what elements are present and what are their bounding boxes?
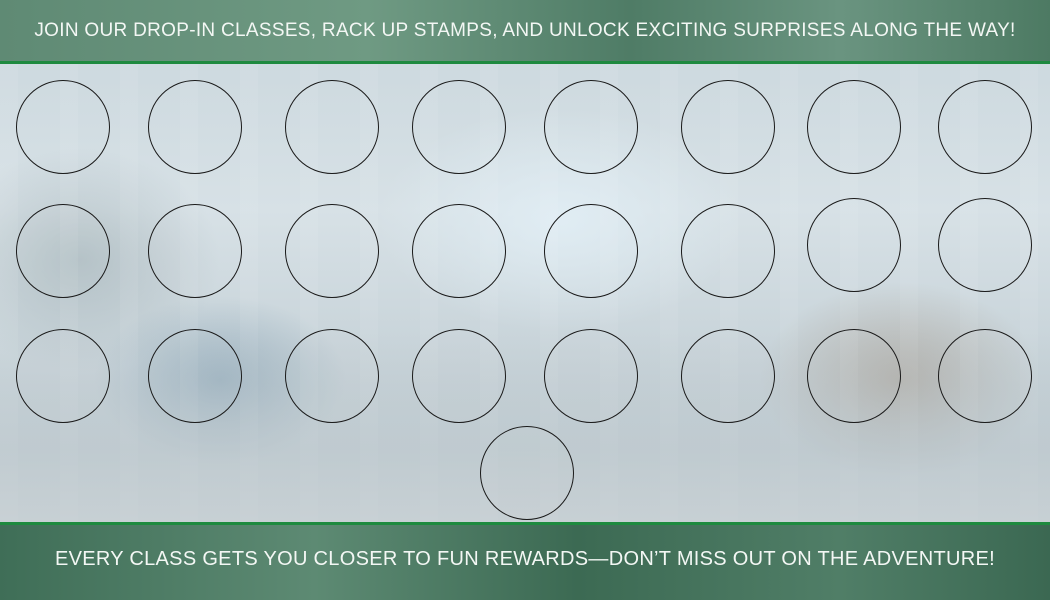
stamp-slot-5 <box>544 80 638 174</box>
stamp-slot-3 <box>285 80 379 174</box>
stamp-slot-9 <box>16 204 110 298</box>
stamp-slot-19 <box>285 329 379 423</box>
stamp-slot-21 <box>544 329 638 423</box>
stamp-slot-22 <box>681 329 775 423</box>
stamp-slot-2 <box>148 80 242 174</box>
stamp-slot-12 <box>412 204 506 298</box>
stamp-slot-6 <box>681 80 775 174</box>
header-text: JOIN OUR DROP-IN CLASSES, RACK UP STAMPS… <box>34 19 1016 41</box>
stamp-slot-14 <box>681 204 775 298</box>
stamp-slot-18 <box>148 329 242 423</box>
stamp-slot-7 <box>807 80 901 174</box>
footer-band: EVERY CLASS GETS YOU CLOSER TO FUN REWAR… <box>0 522 1050 600</box>
footer-text: EVERY CLASS GETS YOU CLOSER TO FUN REWAR… <box>54 548 996 570</box>
stamp-slot-4 <box>412 80 506 174</box>
stamp-slot-8 <box>938 80 1032 174</box>
stamp-slot-10 <box>148 204 242 298</box>
stamp-slot-17 <box>16 329 110 423</box>
stamp-slot-23 <box>807 329 901 423</box>
stamp-slot-15 <box>807 198 901 292</box>
stamp-card: JOIN OUR DROP-IN CLASSES, RACK UP STAMPS… <box>0 0 1050 600</box>
stamp-slot-24 <box>938 329 1032 423</box>
stamp-slot-1 <box>16 80 110 174</box>
stamp-slot-16 <box>938 198 1032 292</box>
header-band: JOIN OUR DROP-IN CLASSES, RACK UP STAMPS… <box>0 0 1050 64</box>
stamp-slot-25 <box>480 426 574 520</box>
stamp-slot-11 <box>285 204 379 298</box>
stamp-slot-13 <box>544 204 638 298</box>
stamp-slot-20 <box>412 329 506 423</box>
